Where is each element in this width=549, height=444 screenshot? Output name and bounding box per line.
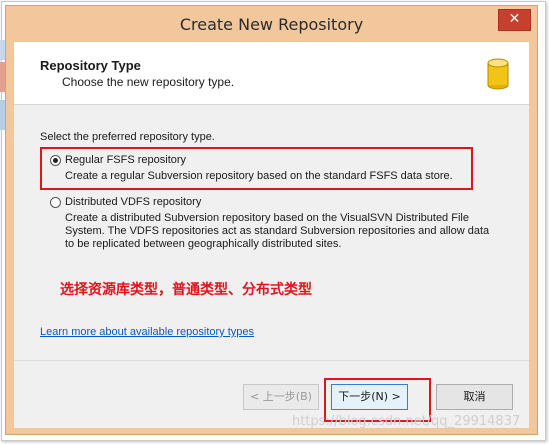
- cancel-button[interactable]: 取消: [436, 384, 513, 410]
- footer-divider: [14, 360, 529, 361]
- option-label[interactable]: Distributed VDFS repository: [65, 196, 201, 208]
- radio-distributed-vdfs[interactable]: [50, 197, 61, 208]
- annotation-text: 选择资源库类型，普通类型、分布式类型: [60, 282, 312, 298]
- database-icon: [487, 58, 509, 90]
- highlight-box: [40, 147, 473, 190]
- page-title: Repository Type: [40, 58, 141, 73]
- page-subtitle: Choose the new repository type.: [62, 75, 235, 89]
- watermark: https://blog.csdn.net/qq_29914837: [292, 414, 521, 429]
- repository-type-prompt: Select the preferred repository type.: [40, 131, 215, 143]
- wizard-header: Repository Type Choose the new repositor…: [14, 42, 529, 105]
- create-repository-dialog: Create New Repository ✕ Repository Type …: [5, 5, 538, 435]
- learn-more-link[interactable]: Learn more about available repository ty…: [40, 326, 254, 338]
- dialog-client-area: Repository Type Choose the new repositor…: [14, 42, 529, 428]
- option-description: Create a distributed Subversion reposito…: [65, 212, 490, 250]
- window-title: Create New Repository: [179, 15, 364, 34]
- back-button[interactable]: < 上一步(B): [243, 384, 319, 410]
- close-button[interactable]: ✕: [498, 9, 531, 31]
- title-bar[interactable]: Create New Repository ✕: [6, 6, 537, 41]
